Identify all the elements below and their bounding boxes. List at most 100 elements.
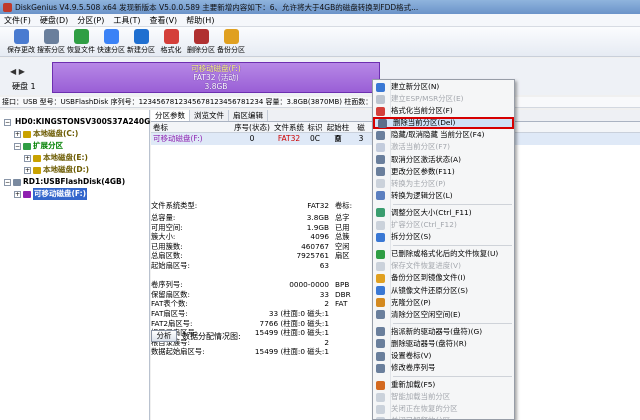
assign-letter-icon [376,327,385,337]
details-key: FAT2扇区号: [151,318,193,328]
menu-item[interactable]: 帮助(H) [186,15,214,26]
context-menu-item[interactable]: 建立新分区(N) [373,81,514,93]
partition-icon [23,190,31,198]
context-menu-label: 备份分区到镜像文件(I) [391,273,466,283]
context-menu-item[interactable]: 转换为逻辑分区(L) [373,190,514,202]
context-menu-item[interactable]: 清除分区空闲空间(E) [373,309,514,321]
context-menu-item[interactable]: 克隆分区(P) [373,297,514,309]
details-key2: 空闲 [335,241,350,251]
tree-node[interactable]: − HD0:KINGSTONSV300S37A240G(224GB) [0,116,185,128]
details-row: 总容量: 3.8GB 总字 [151,213,381,223]
delete-partition-button[interactable]: 删除分区 [186,27,216,57]
details-key2: DBR [335,289,351,299]
context-menu-item[interactable]: 指派新的驱动器号(盘符)(G) [373,326,514,338]
col-header-seq[interactable]: 序号(状态) [231,122,273,132]
tree-node[interactable]: + 本地磁盘(E:) [0,152,149,164]
row-id: 0C [309,134,320,143]
tab-1[interactable]: 浏览文件 [190,110,229,121]
expand-toggle-icon[interactable]: + [24,154,31,162]
menu-item[interactable]: 分区(P) [77,15,104,26]
expand-toggle-icon[interactable]: − [4,118,11,126]
details-key2: BPB [335,280,350,290]
expand-toggle-icon[interactable]: + [14,130,21,138]
recover-icon [376,249,385,259]
new-partition-button[interactable]: 新建分区 [126,27,156,57]
context-menu-item[interactable]: 格式化当前分区(F) [373,105,514,117]
context-menu-label: 删除驱动器号(盘符)(R) [391,338,467,348]
partition-icon [33,166,41,174]
context-menu-label: 扩容分区(Ctrl_F12) [391,220,457,230]
details-key2 [329,271,369,281]
disk-info-line: 接口：USB 型号：USBFlashDisk 序列号：1234567812345… [0,97,640,108]
details-key2 [329,338,369,348]
title-bar: DiskGenius V4.9.5.508 x64 发现新版本 V5.0.0.5… [0,0,640,14]
analyze-button[interactable]: 分析 [151,330,177,342]
col-header-id[interactable]: 标识 [305,122,325,132]
details-key: FAT表个数: [151,299,188,309]
menu-item[interactable]: 文件(F) [4,15,31,26]
context-menu-label: 设置卷标(V) [391,350,432,360]
details-value: 7766 (柱面:0 磁头:1 [259,318,329,328]
context-menu-item[interactable]: 删除驱动器号(盘符)(R) [373,338,514,350]
tree-node[interactable]: − 扩展分区 [0,140,149,152]
expand-toggle-icon[interactable]: − [14,142,21,150]
context-menu-label: 智能加载当前分区 [391,392,451,402]
wipe-icon [376,310,385,320]
tab-2[interactable]: 扇区编辑 [229,110,268,121]
disk-nav-arrows[interactable]: ◀ ▶ [10,67,25,76]
context-menu-item[interactable]: 删除当前分区(Del) [373,117,514,130]
col-header-label[interactable]: 卷标 [151,122,231,132]
context-menu-item[interactable]: 修改卷序列号 [373,362,514,374]
details-row: FAT2扇区号: 7766 (柱面:0 磁头:1 [151,319,381,329]
context-menu-label: 转换为逻辑分区(L) [391,190,453,200]
quick-partition-button[interactable]: 快速分区 [96,27,126,57]
save-button[interactable]: 保存更改 [6,27,36,57]
col-header-cyl[interactable]: 起始柱面 [325,122,351,143]
menu-separator [393,245,512,247]
context-menu-label: 隐藏/取消隐藏 当前分区(F4) [391,130,485,140]
recover-button[interactable]: 恢复文件 [66,27,96,57]
context-menu-item[interactable]: 拆分分区(S) [373,231,514,243]
context-menu-item[interactable]: 更改分区参数(F11) [373,166,514,178]
tree-node[interactable]: + 本地磁盘(C:) [0,128,149,140]
clone-icon [376,298,385,308]
context-menu-item[interactable]: 已删除或格式化后的文件恢复(U) [373,248,514,260]
context-menu-item[interactable]: 备份分区到镜像文件(I) [373,272,514,284]
context-menu-item[interactable]: 调整分区大小(Ctrl_F11) [373,207,514,219]
app-icon [3,2,12,12]
details-row: 起始扇区号: 63 [151,261,381,271]
expand-toggle-icon[interactable]: − [4,178,11,186]
tree-node[interactable]: + 本地磁盘(D:) [0,164,149,176]
context-menu-item[interactable]: 隐藏/取消隐藏 当前分区(F4) [373,129,514,141]
context-menu-item[interactable]: 取消分区激活状态(A) [373,154,514,166]
params-icon [376,167,385,177]
context-menu-item: 保存文件恢复进度(V) [373,260,514,272]
details-key: 总容量: [151,213,176,222]
partition-bar[interactable]: 可移动磁盘(F:) FAT32 (活动) 3.8GB [52,62,380,93]
details-key2: 总簇 [335,232,350,242]
backup-button[interactable]: 备份分区 [216,27,246,57]
expand-toggle-icon[interactable]: + [14,190,21,198]
row-cyl: 0 [335,134,341,143]
menu-item[interactable]: 工具(T) [113,15,140,26]
menu-item[interactable]: 硬盘(D) [40,15,68,26]
details-row: 簇大小: 4096 总簇 [151,232,381,242]
tab-0[interactable]: 分区参数 [151,110,190,121]
context-menu-item[interactable]: 设置卷标(V) [373,350,514,362]
tree-node-label: 本地磁盘(C:) [33,129,79,138]
col-header-extra[interactable]: 磁 [351,122,371,132]
col-header-fs[interactable]: 文件系统 [273,122,305,132]
menu-item[interactable]: 查看(V) [149,15,177,26]
restore-icon [376,286,385,296]
search-button[interactable]: 搜索分区 [36,27,66,57]
context-menu-item: 激活当前分区(F7) [373,141,514,153]
context-menu-item[interactable]: 从镜像文件还原分区(S) [373,285,514,297]
tree-node[interactable]: + 可移动磁盘(F:) [0,188,149,200]
details-key2 [329,319,369,329]
expand-toggle-icon[interactable]: + [24,166,31,174]
row-seq: 0 [249,134,255,143]
tree-node[interactable]: − RD1:USBFlashDisk(4GB) [0,176,149,188]
convert-logical-icon [376,191,385,201]
format-button[interactable]: 格式化 [156,27,186,57]
context-menu-item[interactable]: 重新加载(F5) [373,379,514,391]
